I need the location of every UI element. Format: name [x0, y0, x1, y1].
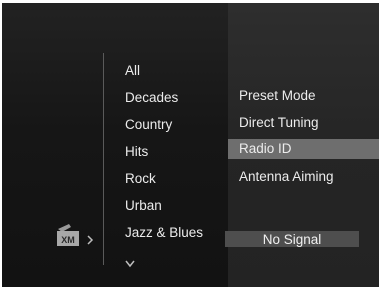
category-divider — [103, 53, 104, 265]
category-item-country[interactable]: Country — [125, 117, 172, 133]
menu-item-label: Radio ID — [239, 141, 292, 156]
category-item-jazz-blues[interactable]: Jazz & Blues — [125, 225, 203, 241]
menu-item-radio-id[interactable]: Radio ID — [228, 139, 379, 159]
xm-radio-icon: XM — [57, 224, 79, 246]
menu-item-label: Direct Tuning — [239, 115, 319, 130]
category-item-rock[interactable]: Rock — [125, 171, 156, 187]
menu-item-direct-tuning[interactable]: Direct Tuning — [228, 113, 379, 133]
menu-item-label: Preset Mode — [239, 88, 316, 103]
category-item-hits[interactable]: Hits — [125, 144, 148, 160]
signal-status-bar: No Signal — [225, 231, 359, 247]
menu-item-preset-mode[interactable]: Preset Mode — [228, 86, 379, 106]
chevron-right-icon — [87, 235, 94, 245]
signal-status-text: No Signal — [262, 232, 322, 247]
scroll-down-arrow-icon[interactable] — [124, 258, 136, 270]
category-item-all[interactable]: All — [125, 63, 140, 79]
svg-text:XM: XM — [61, 235, 75, 245]
category-pane — [2, 3, 228, 287]
category-item-urban[interactable]: Urban — [125, 198, 162, 214]
xm-radio-screen: All Decades Country Hits Rock Urban Jazz… — [2, 3, 379, 287]
category-item-decades[interactable]: Decades — [125, 90, 178, 106]
menu-item-label: Antenna Aiming — [239, 169, 334, 184]
menu-item-antenna-aiming[interactable]: Antenna Aiming — [228, 167, 379, 187]
